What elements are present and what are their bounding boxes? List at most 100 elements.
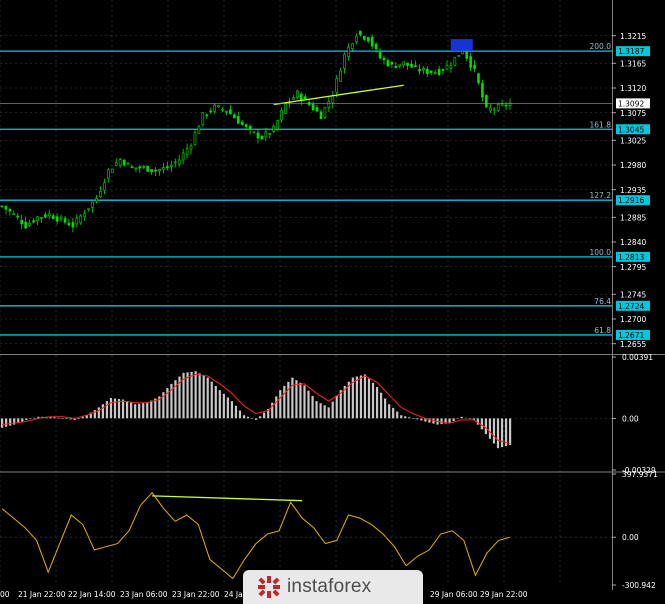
macd-histogram-bar xyxy=(484,418,488,435)
macd-histogram-bar xyxy=(154,398,157,419)
candle-body xyxy=(359,30,362,35)
candle-body xyxy=(504,104,508,107)
candle-body xyxy=(366,37,370,42)
macd-histogram-bar xyxy=(194,371,197,419)
candle-body xyxy=(99,191,102,198)
fibonacci-levels: 200.0 1.3187 161.8 1.3045 127.2 1.2916 100.0 1.… xyxy=(0,42,650,340)
osc-tick-label: 0.00 xyxy=(622,533,639,542)
candle-body xyxy=(441,69,445,71)
candle-body xyxy=(185,148,189,155)
macd-signal-line xyxy=(1,373,511,444)
macd-histogram-bar xyxy=(440,418,443,425)
candle-body xyxy=(63,218,67,223)
macd-histogram-bar xyxy=(242,415,246,419)
macd-histogram-bar xyxy=(303,385,306,419)
price-tick-label: 1.3075 xyxy=(620,109,646,118)
candle-body xyxy=(154,169,157,172)
fib-price-value: 1.3045 xyxy=(618,125,644,134)
candle-body xyxy=(32,220,35,223)
macd-histogram-bar xyxy=(101,404,104,419)
candle-body xyxy=(449,65,453,69)
candle-body xyxy=(150,169,153,172)
candle-body xyxy=(55,216,59,222)
candle-body xyxy=(217,105,220,108)
candle-body xyxy=(429,70,433,73)
chart-grid xyxy=(0,0,612,585)
candle-body xyxy=(59,216,63,220)
candle-body xyxy=(107,169,110,179)
candle-body xyxy=(378,52,382,59)
price-axis: 1.3215 1.3165 1.3120 1.3075 1.3025 1.2980 1.29… xyxy=(0,32,650,349)
candle-body xyxy=(158,169,161,172)
candle-body xyxy=(87,208,90,211)
candle-body xyxy=(209,110,213,113)
candle-body xyxy=(12,213,16,215)
candle-body xyxy=(16,215,20,218)
macd-histogram-bar xyxy=(509,418,512,446)
candle-body xyxy=(75,217,79,225)
macd-histogram-bar xyxy=(5,418,8,427)
candle-body xyxy=(390,62,394,65)
macd-histogram-bar xyxy=(295,380,298,419)
fib-price-value: 1.2671 xyxy=(618,331,644,340)
macd-histogram-bar xyxy=(351,377,354,419)
price-tick-label: 1.2795 xyxy=(620,263,646,272)
macd-histogram-bar xyxy=(259,416,262,419)
candle-body xyxy=(402,61,405,66)
macd-histogram-bar xyxy=(109,397,113,419)
candle-body xyxy=(221,108,224,111)
macd-tick-label: 0.00391 xyxy=(622,353,653,362)
candle-body xyxy=(197,126,201,135)
candle-body xyxy=(181,152,185,161)
macd-histogram-bar xyxy=(130,402,133,419)
instaforex-logo: instaforex xyxy=(243,570,423,604)
macd-histogram-bar xyxy=(452,418,455,421)
instaforex-logo-text: instaforex xyxy=(287,576,372,597)
candle-body xyxy=(343,53,346,69)
time-tick-label: 23 Jan 22:00 xyxy=(172,590,220,599)
macd-histogram-bar xyxy=(138,403,141,419)
candle-body xyxy=(79,215,83,224)
macd-histogram-bar xyxy=(379,392,383,419)
candle-body xyxy=(193,132,197,145)
macd-histogram-bar xyxy=(230,401,234,419)
candle-body xyxy=(118,159,122,166)
candle-body xyxy=(481,82,484,98)
fib-level-label: 76.4 xyxy=(594,297,611,306)
price-tick-label: 1.2745 xyxy=(620,290,646,299)
macd-histogram-bar xyxy=(283,385,286,419)
divergence-trendline xyxy=(273,84,404,106)
macd-histogram-bar xyxy=(13,418,16,425)
instaforex-logo-icon xyxy=(258,576,280,598)
macd-histogram-bar xyxy=(331,401,334,419)
candle-body xyxy=(272,125,276,132)
candle-body xyxy=(173,161,177,164)
macd-histogram-bar xyxy=(222,393,225,419)
price-tick-label: 1.2980 xyxy=(620,161,646,170)
candle-body xyxy=(51,215,55,220)
macd-histogram-bar xyxy=(218,390,221,419)
macd-histogram-bar xyxy=(9,418,12,426)
fib-level-label: 161.8 xyxy=(590,120,612,129)
candle-body xyxy=(24,221,27,229)
candle-body xyxy=(500,103,504,106)
fib-price-value: 1.2916 xyxy=(618,196,644,205)
macd-histogram-bar xyxy=(384,398,387,419)
candle-body xyxy=(8,209,12,212)
macd-histogram-bar xyxy=(412,418,415,419)
candle-body xyxy=(20,219,23,225)
candle-body xyxy=(485,95,488,108)
candle-body xyxy=(189,145,193,150)
macd-histogram-bar xyxy=(206,377,209,419)
candle-body xyxy=(201,112,205,125)
macd-histogram-bar xyxy=(311,395,314,419)
candle-body xyxy=(394,65,398,69)
macd-histogram-bar xyxy=(319,403,322,419)
macd-histogram-bar xyxy=(121,399,125,419)
candle-body xyxy=(252,131,256,134)
candle-body xyxy=(40,217,43,219)
macd-histogram-bar xyxy=(125,401,129,419)
candle-body xyxy=(213,104,216,112)
candle-body xyxy=(339,70,342,82)
candle-body xyxy=(473,64,476,69)
